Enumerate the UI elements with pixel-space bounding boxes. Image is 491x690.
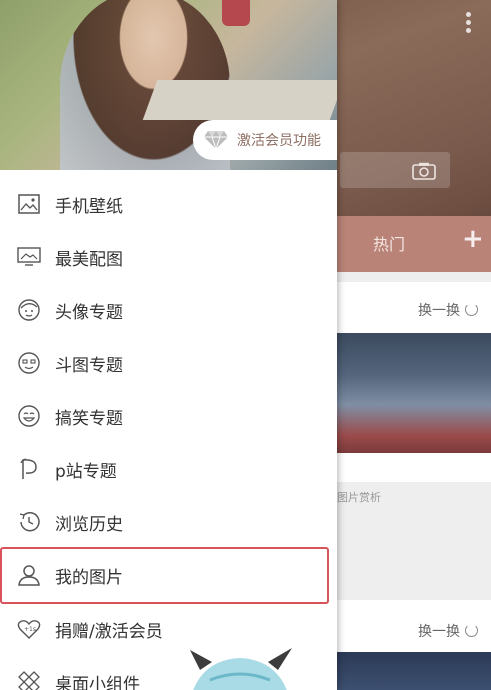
more-options-icon[interactable] (466, 12, 472, 36)
illustration-desk (142, 80, 337, 120)
menu-item-history[interactable]: 浏览历史 (0, 496, 337, 548)
menu-item-funny[interactable]: 搞笑专题 (0, 390, 337, 442)
image-caption: 图片赏析 (337, 491, 381, 504)
meme-face-icon (17, 351, 41, 375)
activate-member-button[interactable]: 激活会员功能 (193, 120, 337, 160)
menu-item-label: 头像专题 (55, 302, 123, 323)
activate-member-label: 激活会员功能 (237, 133, 321, 149)
menu-item-label: 最美配图 (55, 249, 123, 270)
anime-artwork-thumbnail[interactable] (337, 333, 491, 453)
pixiv-icon (17, 457, 41, 481)
selected-item-highlight (0, 547, 329, 604)
menu-item-avatars[interactable]: 头像专题 (0, 284, 337, 336)
swap-label: 换一换 (418, 303, 460, 319)
swap-label: 换一换 (418, 624, 460, 640)
laugh-face-icon (17, 404, 41, 428)
swap-button[interactable]: 换一换 (418, 300, 478, 320)
history-icon (17, 510, 41, 534)
widget-icon (17, 670, 41, 690)
menu-item-label: 桌面小组件 (55, 674, 140, 690)
swap-button-2[interactable]: 换一换 (418, 621, 478, 641)
anime-artwork-thumbnail-2[interactable] (337, 652, 491, 690)
camera-icon[interactable] (412, 162, 436, 180)
menu-item-label: 浏览历史 (55, 514, 123, 535)
menu-item-label: 捐赠/激活会员 (55, 621, 163, 642)
diamond-icon (204, 131, 228, 150)
mascot-illustration (190, 648, 292, 690)
menu-item-wallpaper[interactable]: 手机壁纸 (0, 178, 337, 230)
wallpaper-icon (17, 192, 41, 216)
navigation-drawer: 激活会员功能 手机壁纸 最美配图 头像专题 斗图专题 搞笑专题 p站专题 浏览历… (0, 0, 337, 690)
svg-text:+1s: +1s (24, 626, 36, 633)
refresh-icon (465, 303, 478, 316)
menu-item-memes[interactable]: 斗图专题 (0, 337, 337, 389)
menu-item-label: 手机壁纸 (55, 196, 123, 217)
heart-plus-icon: +1s (17, 617, 41, 641)
refresh-icon (465, 624, 478, 637)
menu-item-label: p站专题 (55, 461, 117, 482)
menu-item-label: 搞笑专题 (55, 408, 123, 429)
tab-hot[interactable]: 热门 (373, 231, 405, 255)
illustration-cup (222, 0, 250, 26)
monitor-icon (17, 245, 41, 269)
menu-item-best-images[interactable]: 最美配图 (0, 231, 337, 283)
add-tab-button[interactable]: + (462, 226, 484, 252)
menu-item-pixiv[interactable]: p站专题 (0, 443, 337, 495)
menu-item-label: 斗图专题 (55, 355, 123, 376)
avatar-face-icon (17, 298, 41, 322)
